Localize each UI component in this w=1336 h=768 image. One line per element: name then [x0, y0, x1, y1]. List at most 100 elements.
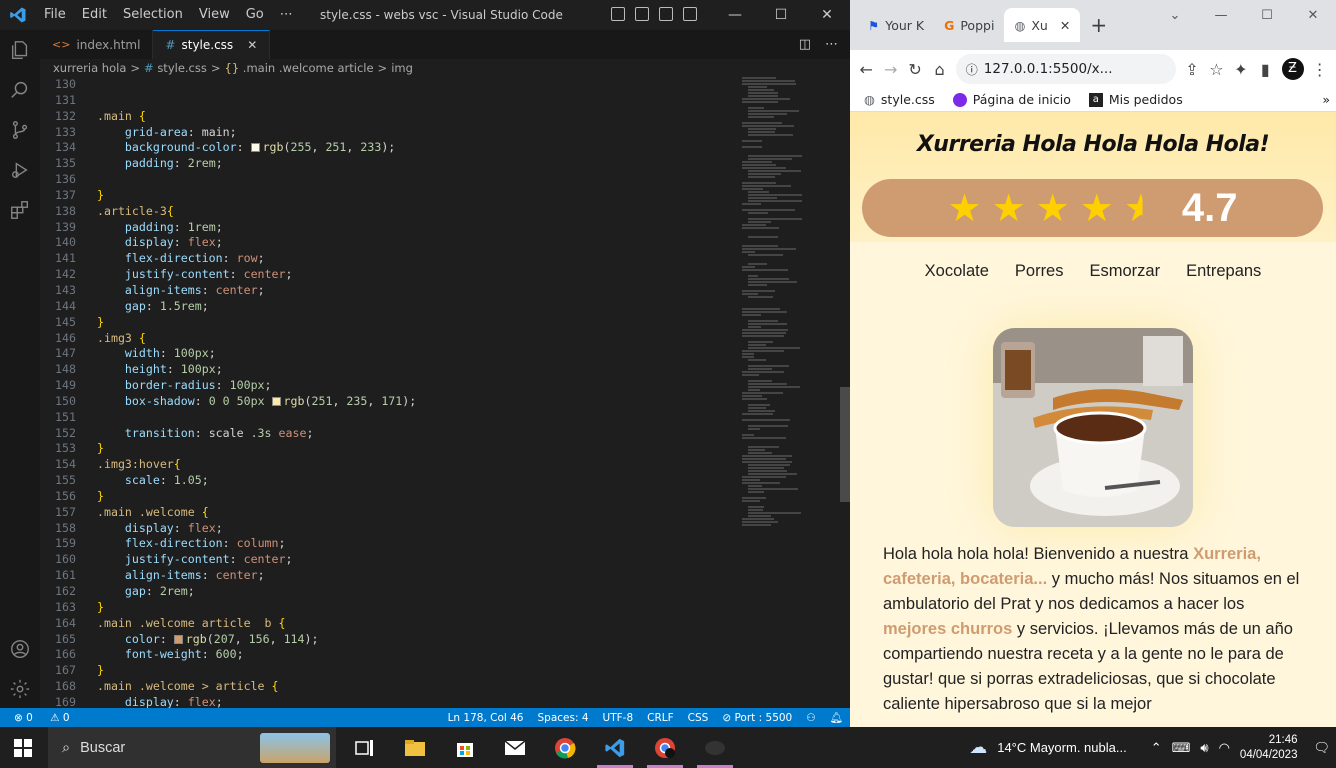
menu-go[interactable]: Go: [238, 0, 272, 30]
code-line[interactable]: 131: [40, 93, 740, 109]
breadcrumb-element[interactable]: img: [391, 61, 413, 75]
weather-cloud-icon[interactable]: ☁: [969, 737, 987, 758]
chrome-profile-taskbar-icon[interactable]: [640, 727, 690, 768]
eol-status[interactable]: CRLF: [640, 712, 681, 724]
breadcrumb-selector[interactable]: {} .main .welcome article: [225, 61, 374, 75]
menu-file[interactable]: File: [36, 0, 74, 30]
code-line[interactable]: 133 grid-area: main;: [40, 125, 740, 141]
minimize-button[interactable]: —: [1198, 0, 1244, 30]
code-line[interactable]: 163}: [40, 600, 740, 616]
code-line[interactable]: 141 flex-direction: row;: [40, 251, 740, 267]
source-control-icon[interactable]: [0, 110, 40, 150]
app-taskbar-icon[interactable]: [690, 727, 740, 768]
info-icon[interactable]: ⓘ: [966, 61, 978, 78]
menu-view[interactable]: View: [191, 0, 238, 30]
chrome-menu-icon[interactable]: ⋮: [1312, 54, 1328, 84]
tab-style-css[interactable]: # style.css ✕: [153, 30, 270, 59]
code-line[interactable]: 132 .main {: [40, 109, 740, 125]
customize-layout-icon[interactable]: [683, 7, 697, 21]
code-line[interactable]: 168 .main .welcome > article {: [40, 679, 740, 695]
tab-index-html[interactable]: <> index.html: [40, 30, 153, 59]
clock[interactable]: 21:46 04/04/2023: [1240, 733, 1304, 763]
account-status-icon[interactable]: ⚇: [799, 712, 822, 724]
code-line[interactable]: 146 .img3 {: [40, 331, 740, 347]
chrome-tab[interactable]: G Poppi: [934, 8, 1004, 42]
home-icon[interactable]: ⌂: [931, 54, 947, 84]
microsoft-store-icon[interactable]: [440, 727, 490, 768]
code-line[interactable]: 134 background-color: rgb(255, 251, 233)…: [40, 140, 740, 156]
bookmark-star-icon[interactable]: ☆: [1208, 54, 1224, 84]
scrollbar-thumb[interactable]: [840, 387, 850, 502]
side-panel-icon[interactable]: ▮: [1257, 54, 1273, 84]
code-line[interactable]: 158 display: flex;: [40, 521, 740, 537]
network-icon[interactable]: ⌨: [1172, 740, 1191, 756]
close-button[interactable]: ✕: [804, 0, 850, 30]
volume-icon[interactable]: 🔊︎: [1200, 740, 1208, 756]
code-line[interactable]: 151: [40, 410, 740, 426]
live-server-port[interactable]: ⊘ Port : 5500: [715, 712, 799, 724]
code-line[interactable]: 153}: [40, 441, 740, 457]
code-line[interactable]: 152 transition: scale .3s ease;: [40, 426, 740, 442]
menu-edit[interactable]: Edit: [74, 0, 115, 30]
encoding-status[interactable]: UTF-8: [596, 712, 641, 724]
taskbar-search[interactable]: ⌕ Buscar: [48, 727, 336, 768]
code-line[interactable]: 169 display: flex;: [40, 695, 740, 708]
menu-more[interactable]: ⋯: [272, 0, 301, 30]
minimap[interactable]: [740, 77, 840, 708]
forward-icon[interactable]: →: [882, 54, 898, 84]
profile-avatar-icon[interactable]: Ƶ: [1282, 54, 1304, 84]
close-tab-icon[interactable]: ✕: [247, 38, 257, 52]
nav-entrepans[interactable]: Entrepans: [1186, 262, 1261, 281]
maximize-button[interactable]: ☐: [1244, 0, 1290, 30]
code-line[interactable]: 147 width: 100px;: [40, 346, 740, 362]
code-line[interactable]: 165 color: rgb(207, 156, 114);: [40, 632, 740, 648]
code-line[interactable]: 162 gap: 2rem;: [40, 584, 740, 600]
maximize-button[interactable]: ☐: [758, 0, 804, 30]
run-debug-icon[interactable]: [0, 150, 40, 190]
bookmarks-overflow-icon[interactable]: »: [1322, 92, 1336, 107]
tab-search-icon[interactable]: ⌄: [1152, 0, 1198, 30]
extensions-icon[interactable]: [0, 190, 40, 230]
code-line[interactable]: 167}: [40, 663, 740, 679]
close-button[interactable]: ✕: [1290, 0, 1336, 30]
indentation-status[interactable]: Spaces: 4: [531, 712, 596, 724]
toggle-secondary-sidebar-icon[interactable]: [659, 7, 673, 21]
breadcrumb-file[interactable]: # style.css: [144, 61, 207, 75]
churros-chocolate-photo[interactable]: [993, 328, 1193, 527]
code-line[interactable]: 136: [40, 172, 740, 188]
account-icon[interactable]: [0, 629, 40, 669]
back-icon[interactable]: ←: [858, 54, 874, 84]
explorer-icon[interactable]: [0, 30, 40, 70]
code-line[interactable]: 164 .main .welcome article b {: [40, 616, 740, 632]
task-view-icon[interactable]: [340, 727, 390, 768]
breadcrumb-folder[interactable]: xurreria hola: [53, 61, 126, 75]
code-line[interactable]: 166 font-weight: 600;: [40, 647, 740, 663]
chrome-tab[interactable]: ⚑ Your K: [858, 8, 934, 42]
code-line[interactable]: 140 display: flex;: [40, 235, 740, 251]
code-line[interactable]: 156}: [40, 489, 740, 505]
minimize-button[interactable]: —: [712, 0, 758, 30]
share-icon[interactable]: ⇪: [1184, 54, 1200, 84]
nav-xocolate[interactable]: Xocolate: [925, 262, 989, 281]
new-tab-button[interactable]: +: [1080, 8, 1117, 42]
chrome-icon[interactable]: [540, 727, 590, 768]
code-line[interactable]: 139 padding: 1rem;: [40, 220, 740, 236]
code-line[interactable]: 148 height: 100px;: [40, 362, 740, 378]
code-line[interactable]: 161 align-items: center;: [40, 568, 740, 584]
menu-selection[interactable]: Selection: [115, 0, 191, 30]
extensions-puzzle-icon[interactable]: ✦: [1233, 54, 1249, 84]
code-line[interactable]: 159 flex-direction: column;: [40, 536, 740, 552]
bookmark-style-css[interactable]: ◍ style.css: [864, 92, 935, 107]
chrome-tab-active[interactable]: ◍ Xu ✕: [1004, 8, 1080, 42]
code-line[interactable]: 135 padding: 2rem;: [40, 156, 740, 172]
code-line[interactable]: 145}: [40, 315, 740, 331]
toggle-panel-icon[interactable]: [635, 7, 649, 21]
settings-gear-icon[interactable]: [0, 669, 40, 709]
reload-icon[interactable]: ↻: [907, 54, 923, 84]
address-bar[interactable]: ⓘ 127.0.0.1:5500/x...: [956, 54, 1176, 84]
code-line[interactable]: 142 justify-content: center;: [40, 267, 740, 283]
code-line[interactable]: 154 .img3:hover{: [40, 457, 740, 473]
code-line[interactable]: 160 justify-content: center;: [40, 552, 740, 568]
nav-esmorzar[interactable]: Esmorzar: [1090, 262, 1161, 281]
code-line[interactable]: 157 .main .welcome {: [40, 505, 740, 521]
